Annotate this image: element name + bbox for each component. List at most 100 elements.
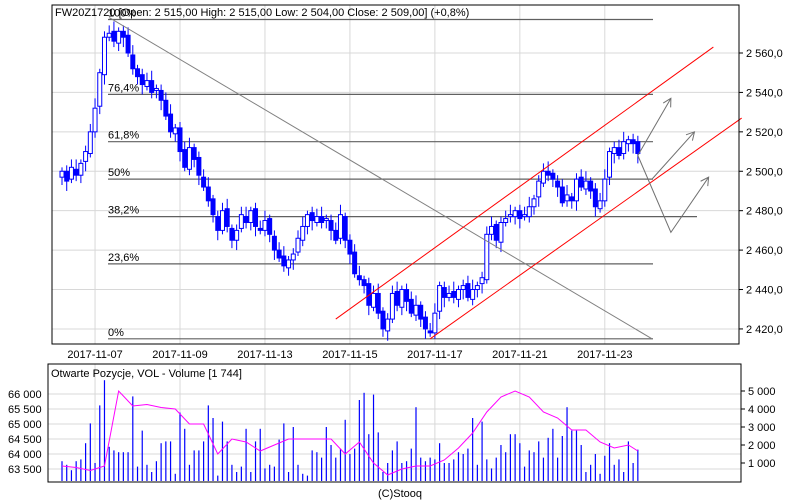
candle-body bbox=[101, 36, 107, 76]
fib-level-label: 61,8% bbox=[108, 130, 139, 142]
candle bbox=[333, 222, 339, 245]
candle-body bbox=[286, 259, 292, 269]
candle bbox=[248, 206, 254, 231]
candle-body bbox=[611, 147, 617, 155]
candle-body bbox=[120, 30, 126, 38]
candle bbox=[569, 192, 575, 209]
candle bbox=[73, 159, 79, 182]
candle bbox=[550, 169, 556, 188]
price-tick-label: 2 440,0 bbox=[746, 285, 783, 297]
candle-body bbox=[83, 151, 89, 162]
candle-body bbox=[389, 292, 395, 320]
candle-body bbox=[404, 289, 410, 302]
candle bbox=[290, 248, 296, 270]
candle bbox=[555, 175, 561, 197]
candle bbox=[470, 279, 476, 306]
candle bbox=[451, 281, 457, 304]
candle bbox=[512, 206, 518, 225]
candle-body bbox=[573, 178, 579, 202]
candle bbox=[101, 31, 107, 85]
candle-body bbox=[337, 214, 343, 239]
candle bbox=[545, 161, 551, 182]
candle-body bbox=[238, 214, 244, 229]
candle bbox=[588, 177, 594, 199]
price-tick-label: 2 420,0 bbox=[746, 324, 783, 336]
downtrend-line bbox=[108, 17, 653, 340]
candle-body bbox=[352, 251, 358, 275]
candle-body bbox=[130, 54, 136, 70]
volume-tick-label: 2 000 bbox=[748, 440, 776, 452]
date-tick-label: 2017-11-07 bbox=[67, 349, 122, 361]
candle bbox=[413, 295, 419, 322]
candle bbox=[130, 45, 136, 75]
candle-body bbox=[215, 216, 221, 231]
candle bbox=[196, 151, 202, 186]
candle-body bbox=[408, 298, 414, 314]
candle bbox=[389, 285, 395, 324]
oi-tick-label: 66 000 bbox=[8, 389, 42, 401]
candle bbox=[83, 145, 89, 172]
candle bbox=[380, 307, 386, 337]
volume-tick-label: 5 000 bbox=[748, 386, 776, 398]
candle-body bbox=[205, 186, 211, 202]
candle-body bbox=[616, 147, 622, 156]
candle bbox=[540, 163, 546, 188]
candle bbox=[522, 206, 528, 221]
candle-body bbox=[314, 216, 320, 224]
candle bbox=[191, 143, 197, 168]
copyright-footer: (C)Stooq bbox=[378, 488, 422, 500]
candle-body bbox=[97, 72, 103, 107]
volume-grid bbox=[48, 364, 741, 482]
candle bbox=[583, 171, 589, 195]
candle bbox=[328, 214, 334, 241]
candle-body bbox=[531, 198, 537, 208]
oi-tick-label: 63 500 bbox=[8, 464, 42, 476]
candle bbox=[578, 169, 584, 191]
candle bbox=[271, 230, 277, 260]
candle bbox=[87, 123, 93, 158]
candle-body bbox=[106, 32, 112, 38]
volume-panel-title: Otwarte Pozycje, VOL - Volume [1 744] bbox=[51, 368, 242, 380]
candle-body bbox=[437, 285, 443, 312]
candle-body bbox=[116, 30, 122, 44]
candle bbox=[111, 21, 117, 48]
candle-body bbox=[371, 292, 377, 308]
candle bbox=[347, 234, 353, 264]
candle bbox=[446, 285, 452, 302]
candle-body bbox=[111, 30, 117, 42]
candle-body bbox=[522, 214, 528, 218]
price-tick-label: 2 560,0 bbox=[746, 48, 783, 60]
candle-body bbox=[394, 290, 400, 306]
candle bbox=[186, 137, 192, 176]
oi-tick-label: 64 500 bbox=[8, 434, 42, 446]
candle bbox=[106, 25, 112, 42]
candle bbox=[219, 202, 225, 235]
candle-body bbox=[607, 151, 613, 178]
candle bbox=[177, 121, 183, 162]
price-tick-label: 2 480,0 bbox=[746, 206, 783, 218]
candle-body bbox=[588, 180, 594, 192]
candle bbox=[517, 204, 523, 229]
candle-body bbox=[78, 162, 84, 176]
candle bbox=[276, 242, 282, 262]
candle-body bbox=[630, 139, 636, 145]
candle-body bbox=[498, 222, 504, 243]
candle bbox=[385, 313, 391, 341]
candle-body bbox=[578, 176, 584, 188]
candle bbox=[125, 27, 131, 57]
candle bbox=[286, 256, 292, 276]
candle-body bbox=[309, 212, 315, 222]
candle-body bbox=[635, 141, 641, 155]
candle-body bbox=[555, 180, 561, 188]
candle-body bbox=[229, 227, 235, 241]
candle-body bbox=[300, 225, 306, 241]
candle-body bbox=[153, 87, 159, 91]
candle-body bbox=[559, 186, 565, 204]
candle-body bbox=[149, 80, 155, 93]
candle-body bbox=[361, 279, 367, 287]
candle-body bbox=[380, 310, 386, 330]
candle-body bbox=[295, 237, 301, 253]
candle bbox=[342, 212, 348, 249]
candle bbox=[394, 281, 400, 312]
volume-tick-label: 4 000 bbox=[748, 404, 776, 416]
